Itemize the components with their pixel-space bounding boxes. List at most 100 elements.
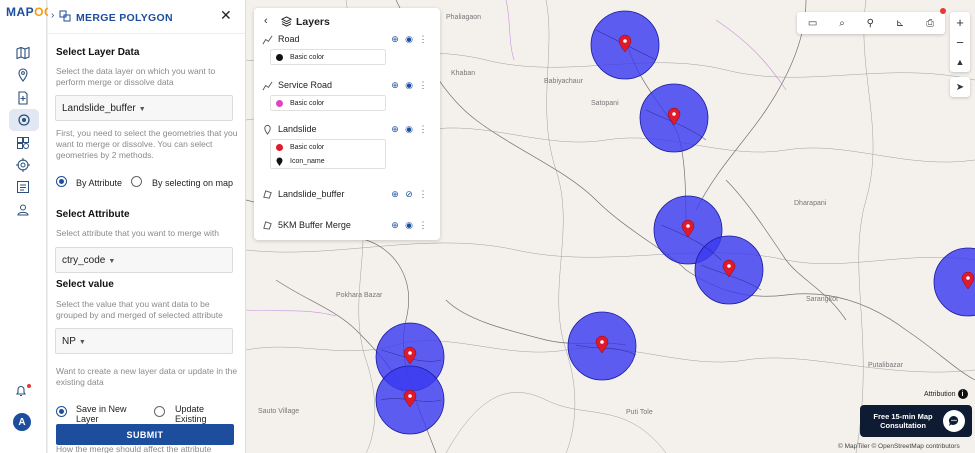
zoom-to-layer-icon[interactable]: ⊕ bbox=[390, 80, 400, 91]
style-box-service-road[interactable]: Basic color bbox=[270, 95, 386, 111]
more-options-icon[interactable]: ⋮ bbox=[418, 124, 428, 135]
by-map-radio[interactable] bbox=[131, 176, 142, 187]
place-label: Dharapani bbox=[794, 200, 827, 207]
layers-panel: ‹ Layers Road ⊕ ◉ ⋮ Basic color Service Ro… bbox=[254, 8, 440, 240]
style-box-landslide[interactable]: Basic color Icon_name bbox=[270, 139, 386, 169]
layer-name: Road bbox=[278, 34, 300, 44]
basemap-icon[interactable]: ▭ bbox=[808, 18, 817, 29]
compass-icon[interactable]: ▲ bbox=[950, 52, 970, 72]
layer-select-value: Landslide_buffer bbox=[62, 103, 136, 114]
toolbar-badge-dot bbox=[940, 8, 946, 14]
consultation-widget[interactable]: Free 15-min Map Consultation bbox=[860, 405, 972, 437]
visibility-eye-icon[interactable]: ◉ bbox=[404, 124, 414, 135]
hidden-eye-icon[interactable]: ⊘ bbox=[404, 189, 414, 200]
list-icon[interactable] bbox=[13, 177, 33, 197]
style-box-road[interactable]: Basic color bbox=[270, 49, 386, 65]
place-label: Putalibazar bbox=[868, 362, 904, 369]
style-label: Basic color bbox=[290, 143, 325, 151]
avatar[interactable]: A bbox=[13, 413, 31, 431]
polygon-layer-icon bbox=[263, 190, 272, 199]
place-label: Puti Tole bbox=[626, 409, 653, 416]
layer-name: Landslide bbox=[278, 124, 317, 134]
select-value-hint: Select the value that you want data to b… bbox=[56, 299, 223, 320]
panel-title: MERGE POLYGON bbox=[76, 12, 173, 24]
place-label: Pokhara Bazar bbox=[336, 292, 383, 299]
print-icon[interactable]: ⎙ bbox=[926, 18, 934, 29]
submit-button[interactable]: SUBMIT bbox=[56, 424, 234, 445]
style-label: Icon_name bbox=[290, 157, 325, 165]
merge-hint: How the merge should affect the attribut… bbox=[56, 444, 212, 453]
layers-stack-icon bbox=[281, 16, 292, 27]
marker-icon bbox=[276, 157, 283, 166]
attribution[interactable]: Attribution i bbox=[924, 389, 968, 399]
save-new-layer-label: Save in New Layer bbox=[76, 404, 127, 424]
zoom-to-layer-icon[interactable]: ⊕ bbox=[390, 189, 400, 200]
layer-name: 5KM Buffer Merge bbox=[278, 220, 351, 230]
zoom-control: + − ▲ bbox=[950, 12, 970, 72]
color-swatch bbox=[276, 99, 283, 107]
layers-grid-icon[interactable] bbox=[13, 133, 33, 153]
attribute-select[interactable]: ctry_code ▼ bbox=[55, 247, 233, 273]
layer-select[interactable]: Landslide_buffer ▼ bbox=[55, 95, 233, 121]
place-label: Sarangkot bbox=[806, 296, 838, 303]
layers-header: ‹ Layers bbox=[254, 8, 440, 36]
place-label: Sauto Village bbox=[258, 408, 300, 415]
zoom-to-layer-icon[interactable]: ⊕ bbox=[390, 34, 400, 45]
map-icon[interactable] bbox=[13, 43, 33, 63]
left-rail: MAPOG A bbox=[0, 0, 53, 453]
close-icon[interactable]: ✕ bbox=[220, 8, 232, 22]
update-existing-radio[interactable] bbox=[154, 406, 165, 417]
line-layer-icon bbox=[262, 81, 273, 91]
notification-dot bbox=[27, 384, 31, 388]
place-label: Phaliagaon bbox=[446, 14, 482, 21]
style-label: Basic color bbox=[290, 99, 325, 107]
more-options-icon[interactable]: ⋮ bbox=[418, 34, 428, 45]
measure-icon[interactable]: ⊾ bbox=[896, 18, 904, 29]
layers-title: Layers bbox=[296, 16, 330, 28]
chat-icon[interactable] bbox=[943, 410, 965, 432]
notification-bell-icon[interactable] bbox=[15, 384, 27, 400]
more-options-icon[interactable]: ⋮ bbox=[418, 80, 428, 91]
zoom-out-icon[interactable]: − bbox=[950, 32, 970, 52]
point-layer-icon bbox=[264, 124, 271, 135]
layer-name: Service Road bbox=[278, 80, 333, 90]
zoom-to-layer-icon[interactable]: ⊕ bbox=[390, 124, 400, 135]
app-logo[interactable]: MAPOG bbox=[6, 5, 54, 19]
visibility-eye-icon[interactable]: ◉ bbox=[404, 220, 414, 231]
update-existing-label: Update Existing bbox=[175, 404, 207, 424]
chevron-left-icon[interactable]: ‹ bbox=[264, 15, 268, 27]
location-icon[interactable] bbox=[13, 65, 33, 85]
chevron-right-icon[interactable]: › bbox=[51, 10, 54, 21]
map-toolbar: ▭ ⌕ ⚲ ⊾ ⎙ bbox=[797, 12, 945, 34]
locate-me-icon[interactable]: ➤ bbox=[950, 77, 970, 97]
select-layer-hint: Select the data layer on which you want … bbox=[56, 66, 216, 87]
consultation-text: Free 15-min Map Consultation bbox=[873, 412, 933, 430]
color-swatch bbox=[276, 53, 283, 61]
save-new-layer-radio[interactable] bbox=[56, 406, 67, 417]
place-label: Khaban bbox=[451, 70, 476, 77]
info-icon[interactable]: i bbox=[957, 389, 968, 399]
zoom-to-layer-icon[interactable]: ⊕ bbox=[390, 220, 400, 231]
visibility-eye-icon[interactable]: ◉ bbox=[404, 34, 414, 45]
value-select-value: NP bbox=[62, 336, 76, 347]
add-file-icon[interactable] bbox=[13, 88, 33, 108]
more-options-icon[interactable]: ⋮ bbox=[418, 220, 428, 231]
attribute-select-value: ctry_code bbox=[62, 255, 106, 266]
place-label: Babiyachaur bbox=[544, 78, 583, 85]
search-icon[interactable]: ⌕ bbox=[839, 18, 845, 29]
value-select[interactable]: NP ▼ bbox=[55, 328, 233, 354]
more-options-icon[interactable]: ⋮ bbox=[418, 189, 428, 200]
visibility-eye-icon[interactable]: ◉ bbox=[404, 80, 414, 91]
select-attribute-hint: Select attribute that you want to merge … bbox=[56, 228, 220, 238]
zoom-in-icon[interactable]: + bbox=[950, 12, 970, 32]
target-icon[interactable] bbox=[13, 155, 33, 175]
gis-tools-icon[interactable] bbox=[9, 109, 39, 131]
geometry-hint: First, you need to select the geometries… bbox=[56, 128, 238, 160]
line-layer-icon bbox=[262, 35, 273, 45]
user-group-icon[interactable] bbox=[13, 200, 33, 220]
merge-polygon-panel: › MERGE POLYGON ✕ Select Layer Data Sele… bbox=[48, 0, 246, 453]
by-attribute-radio[interactable] bbox=[56, 176, 67, 187]
logo-text: MAP bbox=[6, 5, 35, 19]
map-credits: © MapTiler © OpenStreetMap contributors bbox=[838, 443, 960, 450]
pin-location-icon[interactable]: ⚲ bbox=[867, 18, 874, 29]
